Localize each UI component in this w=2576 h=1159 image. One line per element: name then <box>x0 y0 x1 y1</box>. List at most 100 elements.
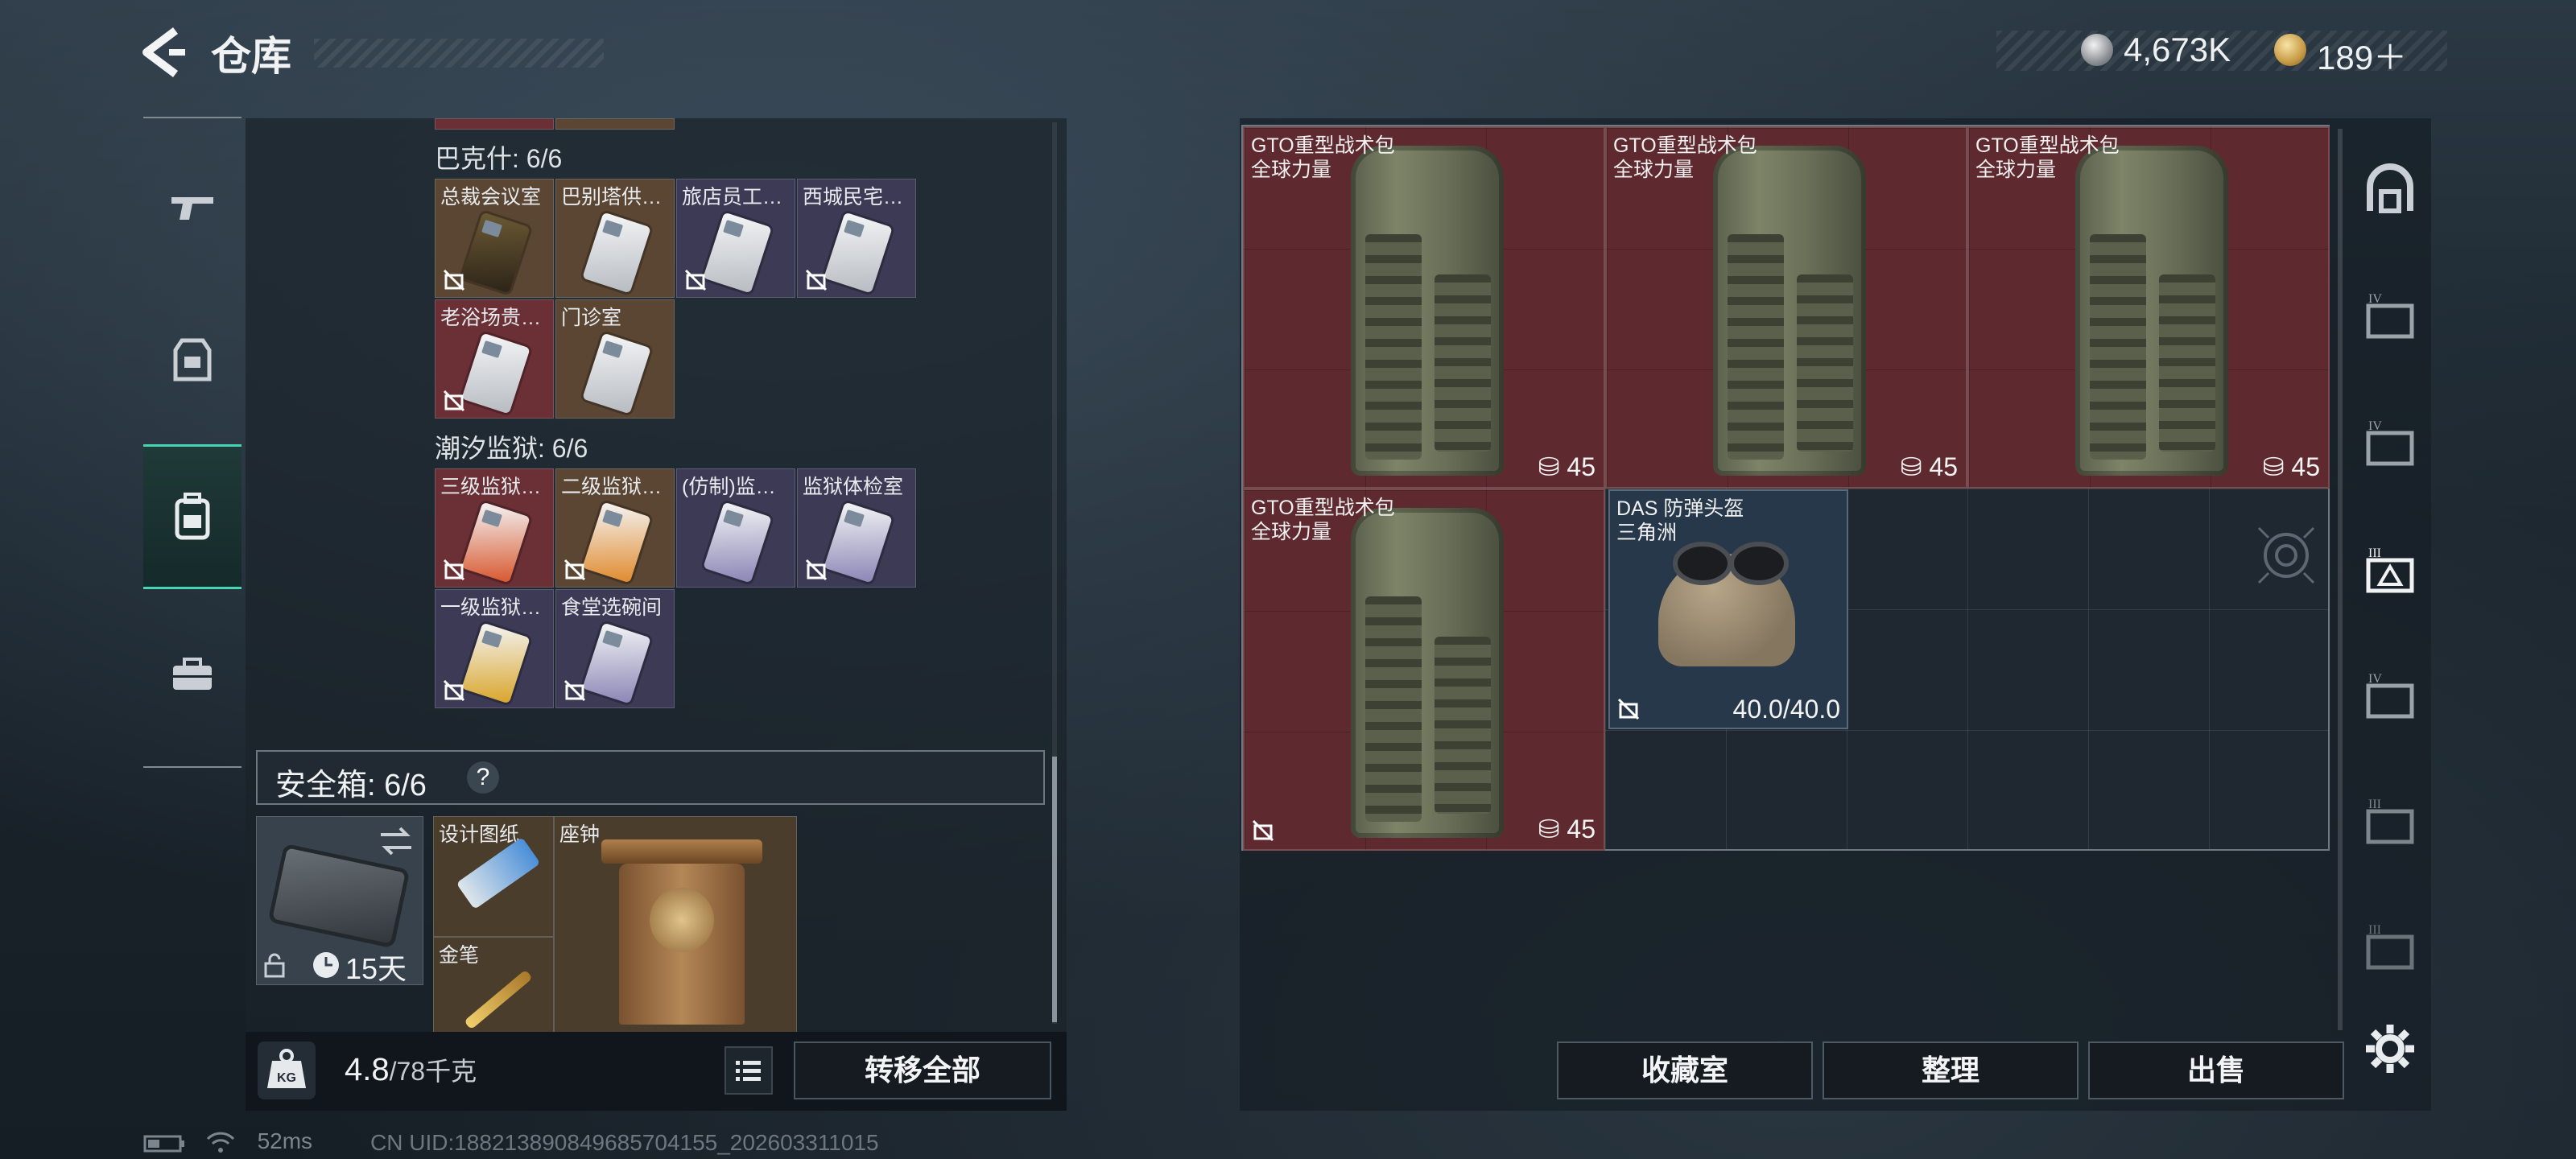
container-tab-iii-active-icon[interactable]: III <box>2362 542 2418 599</box>
category-equipment[interactable] <box>143 287 242 432</box>
key-card-slot[interactable]: 一级监狱… <box>435 589 554 708</box>
clock-icon <box>313 952 339 978</box>
container-tab-iii-icon[interactable]: III <box>2362 794 2418 850</box>
key-card-slot[interactable]: (仿制)监… <box>676 468 795 588</box>
key-card-slot[interactable]: 门诊室 <box>555 299 675 419</box>
svg-text:IV: IV <box>2368 672 2382 686</box>
pistol-icon <box>171 197 213 220</box>
bound-lock-icon <box>443 679 465 702</box>
item-origin: 全球力量 <box>1251 159 1332 181</box>
container-tab-iv-icon[interactable]: IV <box>2362 415 2418 472</box>
key-card-slot[interactable]: 食堂选碗间 <box>555 589 675 708</box>
sell-button[interactable]: 出售 <box>2088 1041 2344 1099</box>
safe-box-items: 设计图纸 座钟 金笔 <box>433 816 797 1033</box>
backpack-item[interactable]: GTO重型战术包 全球力量 ⛁ 45 <box>1967 126 2330 489</box>
wifi-icon <box>206 1132 234 1153</box>
container-tabs: IV IV III IV III III <box>2344 129 2433 1103</box>
backpack-image <box>1351 508 1504 838</box>
user-uid: CN UID:1882138908496857041​55_2026033110… <box>370 1130 879 1155</box>
gold-pen-icon <box>464 969 533 1030</box>
weight-current: 4.8 <box>345 1052 390 1087</box>
key-card-slot[interactable]: 总裁会议室 <box>435 179 554 298</box>
capacity-icon: ⛁ <box>1900 452 1930 481</box>
container-tab-iv-icon[interactable]: IV <box>2362 668 2418 724</box>
transfer-all-button[interactable]: 转移全部 <box>794 1041 1051 1099</box>
list-icon <box>736 1061 761 1081</box>
bound-lock-icon <box>1252 819 1274 842</box>
key-card-slot[interactable]: 三级监狱… <box>435 468 554 588</box>
vest-icon <box>173 338 212 382</box>
backpack-item[interactable]: GTO重型战术包 全球力量 ⛁ 45 <box>1243 126 1605 489</box>
category-case[interactable] <box>143 601 242 746</box>
backpack-scrollbar[interactable] <box>2338 129 2343 1030</box>
group-label-bakeshi: 巴克什: 6/6 <box>435 144 563 173</box>
back-button[interactable] <box>137 24 193 80</box>
item-name: 设计图纸 <box>439 823 520 846</box>
backpack-item[interactable]: GTO重型战术包 全球力量 ⛁ 45 <box>1605 126 1967 489</box>
stash-scroll-thumb[interactable] <box>1052 757 1057 1022</box>
key-card-slot[interactable]: 西城民宅… <box>797 179 916 298</box>
backpack-item[interactable]: GTO重型战术包 全球力量 ⛁ 45 <box>1243 489 1605 851</box>
key-card-icon <box>582 622 651 704</box>
list-view-button[interactable] <box>724 1046 773 1095</box>
key-card-icon <box>461 332 530 415</box>
item-capacity: ⛁ 45 <box>1538 815 1596 843</box>
silver-amount: 4,673K <box>2124 31 2231 68</box>
backpack-grid[interactable]: GTO重型战术包 全球力量 ⛁ 45 GTO重型战术包 全球力量 ⛁ 45 GT… <box>1241 125 2330 851</box>
gold-amount[interactable]: 189＋ <box>2317 31 2407 80</box>
svg-text:IV: IV <box>2368 292 2382 306</box>
bound-lock-icon <box>684 269 707 291</box>
backpack-icon <box>175 493 210 540</box>
item-name: 一级监狱… <box>440 596 542 619</box>
help-icon[interactable]: ? <box>467 761 499 794</box>
backpack-image <box>1713 146 1866 476</box>
key-card-slot[interactable]: 巴别塔供… <box>555 179 675 298</box>
safe-box-case[interactable]: 15天 <box>256 816 423 985</box>
item-origin: 全球力量 <box>1251 521 1332 543</box>
item-capacity: ⛁ 45 <box>1900 452 1958 481</box>
key-card-icon <box>824 501 893 584</box>
category-sidebar <box>143 117 242 768</box>
blueprint-icon <box>456 836 541 910</box>
category-weapons[interactable] <box>143 134 242 279</box>
bound-lock-icon <box>564 559 586 581</box>
helmet-durability: 40.0/40.0 <box>1732 695 1840 724</box>
item-name: 总裁会议室 <box>440 186 542 208</box>
item-capacity: ⛁ 45 <box>2262 452 2320 481</box>
svg-text:III: III <box>2368 923 2381 937</box>
key-card-slot[interactable]: 二级监狱… <box>555 468 675 588</box>
key-card-slot[interactable]: 旅店员工… <box>676 179 795 298</box>
capacity-icon: ⛁ <box>1538 452 1567 481</box>
safe-item-slot[interactable]: 座钟 <box>554 816 797 1033</box>
svg-text:IV: IV <box>2368 419 2382 433</box>
safe-item-slot[interactable]: 金笔 <box>433 937 554 1033</box>
item-name: 二级监狱… <box>561 476 663 498</box>
key-card-icon <box>703 212 772 294</box>
partial-slot <box>555 118 675 130</box>
bound-lock-icon <box>805 559 828 581</box>
container-tab-iii-icon[interactable]: III <box>2362 919 2418 975</box>
sort-button[interactable]: 整理 <box>1823 1041 2079 1099</box>
collection-room-button[interactable]: 收藏室 <box>1557 1041 1813 1099</box>
safe-box-label: 安全箱: 6/6 <box>275 769 427 802</box>
container-tab-iv-icon[interactable]: IV <box>2362 288 2418 344</box>
settings-gear-icon[interactable] <box>2362 1021 2418 1077</box>
item-origin: 三角洲 <box>1616 522 1678 544</box>
storage-room-icon[interactable] <box>2362 163 2418 219</box>
capacity-icon: ⛁ <box>1538 815 1567 843</box>
ping-readout: 52ms <box>257 1128 313 1153</box>
item-name: 老浴场贵… <box>440 307 542 329</box>
key-card-icon <box>703 501 772 584</box>
key-card-slot[interactable]: 老浴场贵… <box>435 299 554 419</box>
key-card-slot[interactable]: 监狱体检室 <box>797 468 916 588</box>
swap-icon <box>381 827 411 856</box>
item-capacity: ⛁ 45 <box>1538 452 1596 481</box>
item-name: 监狱体检室 <box>803 476 904 498</box>
bound-lock-icon <box>443 269 465 291</box>
helmet-item[interactable]: DAS 防弹头盔 三角洲 40.0/40.0 <box>1608 489 1848 729</box>
svg-text:KG: KG <box>277 1071 296 1085</box>
category-backpack[interactable] <box>143 444 242 589</box>
bound-lock-icon <box>564 679 586 702</box>
key-card-icon <box>582 501 651 584</box>
safe-item-slot[interactable]: 设计图纸 <box>433 816 554 937</box>
